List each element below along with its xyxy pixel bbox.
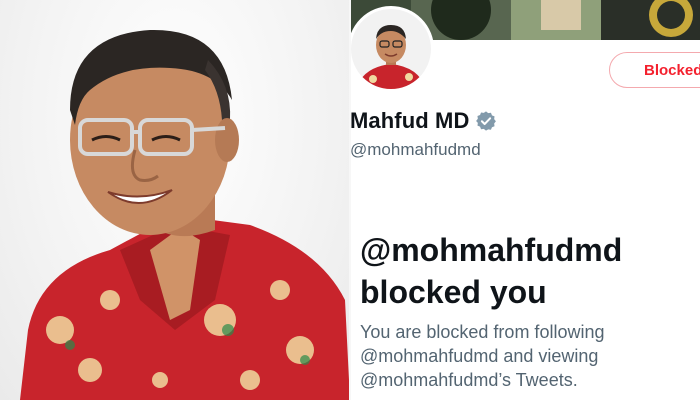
profile-name-row: Mahfud MD (351, 108, 497, 134)
blocked-description-line: @mohmahfudmd and viewing (360, 346, 599, 366)
blocked-heading-line: @mohmahfudmd (360, 232, 623, 268)
portrait-photo (0, 0, 350, 400)
profile-name: Mahfud MD (351, 108, 470, 133)
verified-badge-icon (475, 110, 497, 132)
blocked-description-line: You are blocked from following (360, 322, 605, 342)
profile-panel: Blocked Mahfud MD @mohmahfudmd @mohmahfu… (351, 0, 700, 400)
blocked-description: You are blocked from following @mohmahfu… (360, 320, 700, 392)
blocked-button[interactable]: Blocked (609, 52, 700, 88)
blocked-description-line: @mohmahfudmd’s Tweets. (360, 370, 578, 390)
profile-handle: @mohmahfudmd (351, 140, 481, 159)
avatar[interactable] (351, 6, 434, 92)
blocked-heading-line: blocked you (360, 274, 547, 310)
blocked-heading: @mohmahfudmd blocked you (360, 229, 700, 313)
